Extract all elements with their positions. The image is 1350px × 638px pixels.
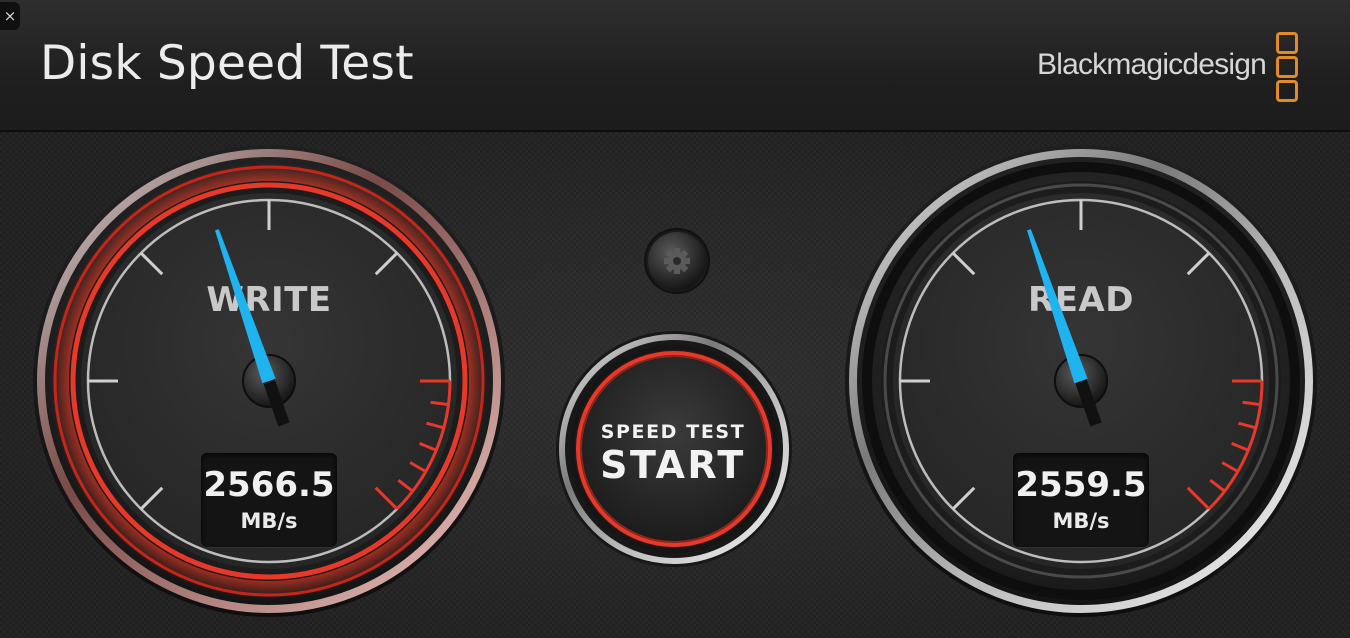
- write-value: 2566.5: [203, 465, 335, 505]
- write-gauge-label: WRITE: [206, 280, 332, 320]
- write-unit: MB/s: [240, 509, 298, 533]
- start-button-label: START: [600, 443, 746, 487]
- gear-icon[interactable]: [645, 229, 709, 293]
- start-button-caption: SPEED TEST: [600, 421, 746, 443]
- read-readout: 2559.5 MB/s: [1013, 453, 1149, 547]
- write-readout: 2566.5 MB/s: [201, 453, 337, 547]
- read-value: 2559.5: [1015, 465, 1147, 505]
- read-gauge-label: READ: [1028, 280, 1134, 320]
- app-window: × Disk Speed Test Blackmagicdesign WRITE…: [0, 0, 1350, 638]
- read-unit: MB/s: [1052, 509, 1110, 533]
